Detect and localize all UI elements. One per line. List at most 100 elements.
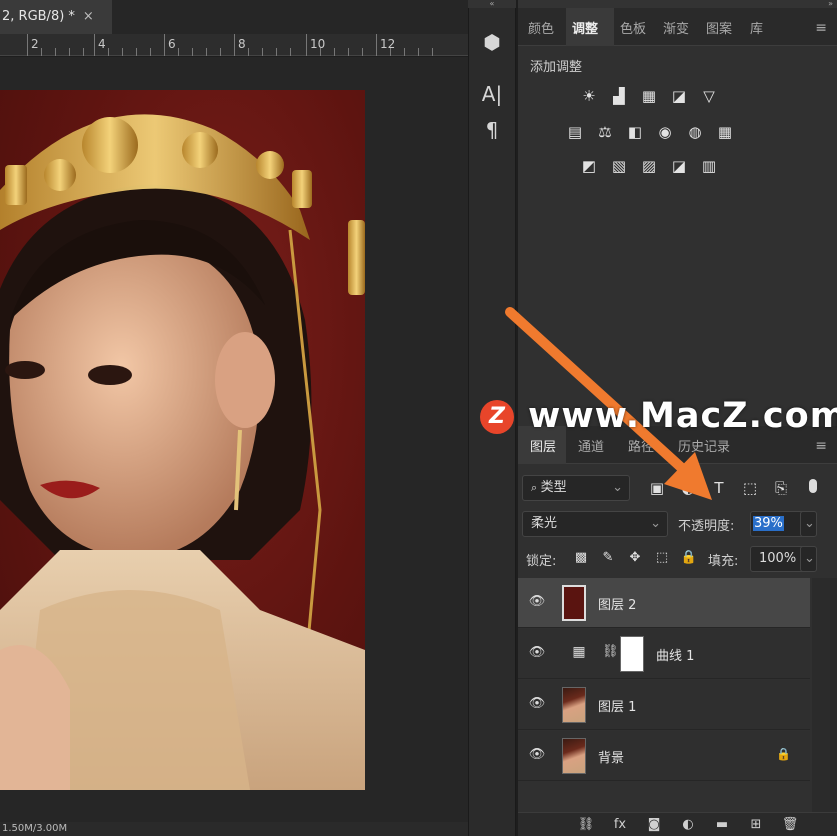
character-icon[interactable]: A| [478, 80, 506, 108]
tab-bar [112, 0, 468, 34]
layers-tab-1[interactable]: 通道 [578, 436, 604, 455]
ruler-minor-tick [122, 48, 123, 56]
layer-row[interactable]: 👁 图层 2 [518, 578, 810, 628]
photo-filter-icon[interactable]: ◉ [654, 122, 676, 142]
tab-5[interactable]: 库 [750, 18, 763, 37]
tab-1[interactable]: 调整 [572, 18, 598, 37]
mask-link-icon[interactable]: ⛓ [602, 644, 619, 659]
layer-filter-select[interactable]: ⌕ 类型 ⌄ [522, 475, 630, 501]
hue-saturation-icon[interactable]: ▤ [564, 122, 586, 142]
mask-icon[interactable]: ◙ [644, 815, 664, 835]
collapse-right-icon[interactable]: » [518, 0, 837, 8]
document-image[interactable] [0, 90, 365, 790]
blend-mode-value: 柔光 [531, 516, 558, 531]
invert-icon[interactable]: ◩ [578, 156, 600, 176]
black-white-icon[interactable]: ◧ [624, 122, 646, 142]
collapse-left-icon[interactable]: « [468, 0, 516, 8]
lock-all-icon[interactable]: 🔒 [678, 547, 700, 569]
exposure-icon[interactable]: ◪ [668, 86, 690, 106]
ruler-minor-tick [178, 48, 179, 56]
ruler-minor-tick [262, 48, 263, 56]
visibility-eye-icon[interactable]: 👁 [528, 594, 546, 612]
lock-label: 锁定: [526, 554, 557, 569]
opacity-value: 39% [753, 516, 784, 531]
smart-object-filter-icon[interactable]: ⎘ [770, 477, 792, 499]
posterize-icon[interactable]: ▧ [608, 156, 630, 176]
tab-4[interactable]: 图案 [706, 18, 732, 37]
layer-mask-thumbnail[interactable] [620, 636, 644, 672]
ruler-label: 6 [168, 37, 176, 51]
shape-filter-icon[interactable]: ⬚ [739, 477, 761, 499]
ruler-label: 4 [98, 37, 106, 51]
gradient-map-icon[interactable]: ▥ [698, 156, 720, 176]
new-layer-icon[interactable]: ⊞ [746, 815, 766, 835]
chevron-down-icon: ⌄ [804, 516, 815, 531]
ruler-minor-tick [206, 48, 207, 56]
filter-toggle-icon[interactable] [802, 477, 824, 499]
layers-tab-3[interactable]: 历史记录 [678, 436, 730, 455]
lock-artboard-icon[interactable]: ⬚ [651, 547, 673, 569]
tab-3[interactable]: 渐变 [663, 18, 689, 37]
brightness-icon[interactable]: ☀ [578, 86, 600, 106]
ruler-minor-tick [192, 48, 193, 56]
image-filter-icon[interactable]: ▣ [646, 477, 668, 499]
layer-row[interactable]: 👁 ▦ ⛓ 曲线 1 [518, 629, 810, 679]
layer-thumbnail[interactable] [562, 687, 586, 723]
panel-menu-icon[interactable]: ≡ [815, 20, 827, 36]
document-tab[interactable]: 2, RGB/8) * × [0, 0, 112, 34]
color-lookup-icon[interactable]: ▦ [714, 122, 736, 142]
layers-scrollbar[interactable] [812, 578, 837, 836]
vibrance-icon[interactable]: ▽ [698, 86, 720, 106]
3d-cube-icon[interactable]: ⬢ [478, 28, 506, 56]
ruler-minor-tick [83, 48, 84, 56]
selective-color-icon[interactable]: ◪ [668, 156, 690, 176]
levels-icon[interactable]: ▟ [608, 86, 630, 106]
fill-dropdown[interactable]: ⌄ [800, 546, 817, 572]
layer-row[interactable]: 👁 图层 1 [518, 680, 810, 730]
close-tab-icon[interactable]: × [83, 9, 94, 24]
ruler-minor-tick [108, 48, 109, 56]
ruler-tick [306, 34, 307, 56]
tab-2[interactable]: 色板 [620, 18, 646, 37]
blend-mode-select[interactable]: 柔光 ⌄ [522, 511, 668, 537]
opacity-dropdown[interactable]: ⌄ [800, 511, 817, 537]
visibility-eye-icon[interactable]: 👁 [528, 696, 546, 714]
adjustment-layer-icon[interactable]: ◐ [678, 815, 698, 835]
layers-tab-2[interactable]: 路径 [628, 436, 654, 455]
ruler-minor-tick [320, 48, 321, 56]
paragraph-icon[interactable]: ¶ [478, 116, 506, 144]
adjustments-panel: 颜色 调整 色板 渐变 图案库 ≡ 添加调整 ☀ ▟ ▦ ◪ ▽ ▤ ⚖ ◧ ◉ ◍ ▦ ◩ ▧ ▨ ◪ ▥ [518, 8, 837, 426]
layers-menu-icon[interactable]: ≡ [815, 438, 827, 454]
tab-0[interactable]: 颜色 [528, 18, 554, 37]
ruler-minor-tick [404, 48, 405, 56]
layer-row[interactable]: 👁 背景 🔒 [518, 731, 810, 781]
group-icon[interactable]: ▬ [712, 815, 732, 835]
layers-tab-0[interactable]: 图层 [530, 436, 556, 455]
ruler-minor-tick [136, 48, 137, 56]
threshold-icon[interactable]: ▨ [638, 156, 660, 176]
layer-name: 图层 1 [598, 700, 637, 715]
channel-mixer-icon[interactable]: ◍ [684, 122, 706, 142]
lock-pixels-icon[interactable]: ▩ [570, 547, 592, 569]
link-icon[interactable]: ⛓ [576, 815, 596, 835]
opacity-label: 不透明度: [678, 519, 735, 534]
chevron-down-icon: ⌄ [612, 480, 623, 495]
curves-icon[interactable]: ▦ [638, 86, 660, 106]
trash-icon[interactable]: 🗑 [780, 815, 800, 835]
visibility-eye-icon[interactable]: 👁 [528, 747, 546, 765]
fill-label: 填充: [708, 554, 739, 569]
lock-brush-icon[interactable]: ✎ [597, 547, 619, 569]
fx-icon[interactable]: fx [610, 815, 630, 835]
lock-move-icon[interactable]: ✥ [624, 547, 646, 569]
type-filter-icon[interactable]: T [708, 477, 730, 499]
ruler-minor-tick [41, 48, 42, 56]
layer-thumbnail[interactable] [562, 738, 586, 774]
ruler-minor-tick [334, 48, 335, 56]
horizontal-ruler: 2 4 6 8 10 12 [0, 34, 468, 56]
layer-thumbnail[interactable] [562, 585, 586, 621]
color-balance-icon[interactable]: ⚖ [594, 122, 616, 142]
visibility-eye-icon[interactable]: 👁 [528, 645, 546, 663]
ruler-minor-tick [290, 48, 291, 56]
ruler-tick [376, 34, 377, 56]
adjustment-filter-icon[interactable]: ◐ [677, 477, 699, 499]
